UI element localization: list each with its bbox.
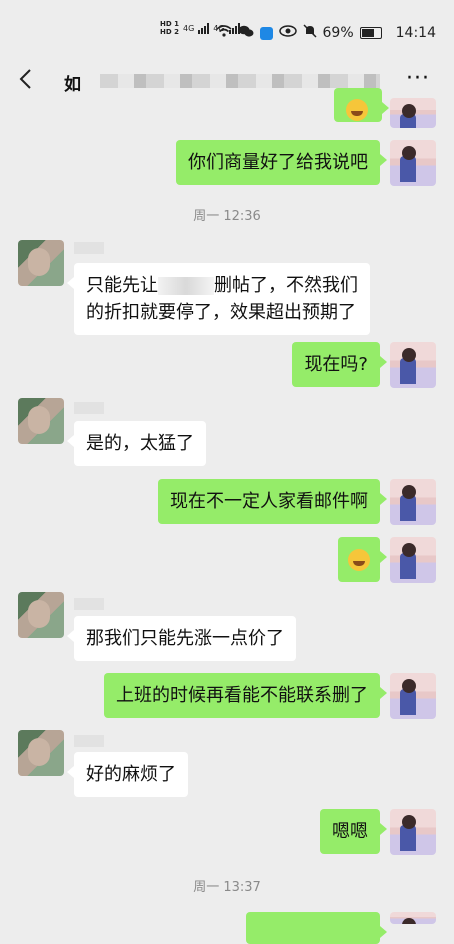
- contact-avatar[interactable]: [18, 398, 64, 444]
- my-avatar[interactable]: [390, 912, 436, 924]
- message-bubble-out: 你们商量好了给我说吧: [176, 140, 387, 185]
- more-button[interactable]: ···: [406, 66, 430, 91]
- sender-name: [74, 402, 104, 414]
- message-bubble-in: 只能先让 删帖了，不然我们 的折扣就要停了，效果超出预期了: [67, 263, 370, 335]
- message-bubble-out: 现在不一定人家看邮件啊: [158, 479, 387, 524]
- battery-percent: 69%: [322, 25, 354, 41]
- contact-avatar[interactable]: [18, 240, 64, 286]
- message-text: 只能先让: [86, 275, 158, 296]
- message-bubble-out: 嗯嗯: [320, 809, 387, 854]
- redacted-text: [158, 277, 214, 295]
- chat-title: 如: [64, 75, 81, 95]
- timestamp: 周一 13:37: [193, 880, 261, 895]
- message-text: 删帖了，不然我们: [214, 275, 358, 296]
- my-avatar[interactable]: [390, 673, 436, 719]
- message-bubble-partial: [246, 912, 387, 944]
- status-right: 69% 14:14: [215, 24, 436, 42]
- back-button[interactable]: [14, 66, 40, 92]
- my-avatar[interactable]: [390, 537, 436, 583]
- emoji-icon: [346, 99, 368, 121]
- my-avatar[interactable]: [390, 342, 436, 388]
- message-bubble-in: 那我们只能先涨一点价了: [67, 616, 296, 661]
- blurred-title: [100, 74, 380, 88]
- sender-name: [74, 598, 104, 610]
- my-avatar[interactable]: [390, 98, 436, 128]
- message-bubble-out: 上班的时候再看能不能联系删了: [104, 673, 387, 718]
- app-notification-icon: [259, 26, 273, 40]
- message-text: 的折扣就要停了，效果超出预期了: [86, 302, 356, 323]
- wechat-icon: [238, 25, 254, 42]
- contact-avatar[interactable]: [18, 730, 64, 776]
- my-avatar[interactable]: [390, 809, 436, 855]
- message-bubble-out: 现在吗?: [292, 342, 387, 387]
- hd1-label: HD 1: [160, 20, 179, 28]
- hd-indicator: HD 1 HD 2: [160, 20, 179, 36]
- signal-icon: [198, 22, 210, 34]
- sender-name: [74, 242, 104, 254]
- chevron-left-icon: [19, 69, 31, 89]
- sender-name: [74, 735, 104, 747]
- chat-header: 如 ···: [0, 56, 454, 106]
- my-avatar[interactable]: [390, 479, 436, 525]
- wifi-icon: [215, 25, 232, 41]
- laughing-crying-emoji-icon: [348, 549, 370, 571]
- battery-icon: [359, 27, 382, 39]
- message-bubble-in: 好的麻烦了: [67, 752, 188, 797]
- timestamp: 周一 12:36: [193, 209, 261, 224]
- message-bubble-in: 是的，太猛了: [67, 421, 206, 466]
- eye-icon: [278, 25, 297, 41]
- hd2-label: HD 2: [160, 28, 179, 36]
- mute-bell-icon: [302, 24, 317, 42]
- my-avatar[interactable]: [390, 140, 436, 186]
- contact-avatar[interactable]: [18, 592, 64, 638]
- message-bubble-partial: [334, 88, 389, 122]
- message-bubble-emoji: [338, 537, 387, 582]
- clock: 14:14: [395, 25, 436, 41]
- net1-label: 4G: [182, 23, 195, 33]
